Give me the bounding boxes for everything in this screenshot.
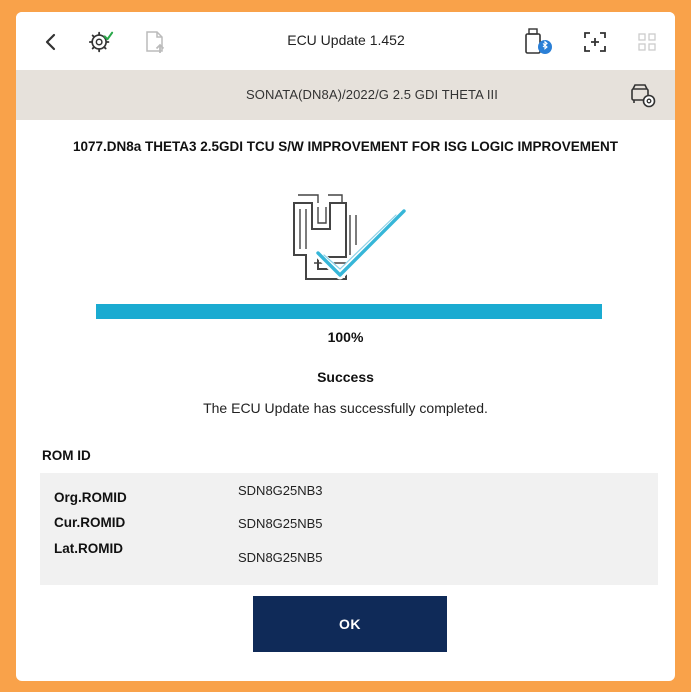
rom-value: SDN8G25NB5 — [238, 550, 323, 565]
car-settings-icon[interactable] — [629, 82, 657, 110]
rom-label: Lat.ROMID — [54, 541, 123, 556]
rom-row-lat: Lat.ROMID SDN8G25NB5 — [40, 541, 658, 579]
app-window: ECU Update 1.452 SONATA(DN8A)/2022/G 2.5… — [16, 12, 675, 681]
progress-percent: 100% — [327, 329, 364, 345]
rom-row-cur: Cur.ROMID SDN8G25NB5 — [40, 515, 658, 545]
rom-label: Org.ROMID — [54, 490, 127, 505]
rom-value: SDN8G25NB5 — [238, 516, 323, 531]
back-icon[interactable] — [38, 29, 64, 55]
rom-id-heading: ROM ID — [42, 448, 91, 463]
vehicle-bar: SONATA(DN8A)/2022/G 2.5 GDI THETA III — [16, 70, 675, 120]
status-message: The ECU Update has successfully complete… — [203, 400, 488, 416]
window-title: ECU Update 1.452 — [287, 32, 405, 48]
progress-bar — [96, 304, 602, 319]
rom-value: SDN8G25NB3 — [238, 483, 323, 498]
document-upload-icon — [142, 29, 168, 55]
rom-id-table: Org.ROMID SDN8G25NB3 Cur.ROMID SDN8G25NB… — [40, 473, 658, 585]
ok-button[interactable]: OK — [253, 596, 447, 652]
ecu-success-icon — [284, 185, 410, 291]
status-title: Success — [317, 369, 374, 385]
vehicle-description: SONATA(DN8A)/2022/G 2.5 GDI THETA III — [246, 87, 498, 102]
grid-menu-icon — [634, 29, 660, 55]
update-title: 1077.DN8a THETA3 2.5GDI TCU S/W IMPROVEM… — [72, 139, 619, 154]
progress-bar-fill — [96, 304, 602, 319]
gear-check-icon[interactable] — [88, 29, 114, 55]
rom-label: Cur.ROMID — [54, 515, 126, 530]
top-bar: ECU Update 1.452 — [16, 12, 675, 70]
vci-bluetooth-icon[interactable] — [523, 28, 555, 55]
screen-capture-icon[interactable] — [582, 29, 608, 55]
rom-row-org: Org.ROMID SDN8G25NB3 — [40, 481, 658, 511]
